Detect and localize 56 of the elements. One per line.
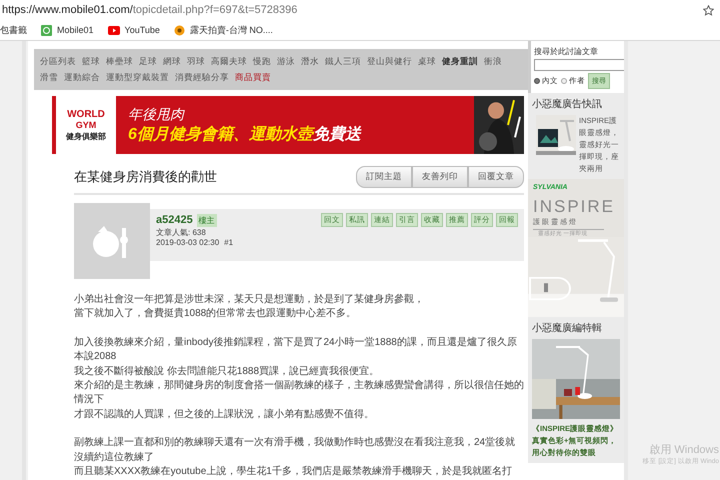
post-text: 來介紹的是主教練，那間健身房的制度會搭一個副教練的樣子，主教練感覺蠻會講得，所以很信任她的情況下	[74, 379, 524, 408]
ad-headline: 年後甩肉	[128, 106, 186, 124]
nav-link[interactable]: 游泳	[277, 54, 295, 69]
post-time: 2019-03-03 02:30	[156, 238, 220, 247]
nav-link[interactable]: 足球	[139, 54, 157, 69]
nav-link[interactable]: 籃球	[82, 54, 100, 69]
search-heading: 搜尋於此討論文章	[534, 46, 599, 57]
post-text: 當下就加入了，會費挺貴1088的但常常去也跟運動中心差不多。	[74, 307, 358, 322]
nav-link[interactable]: 潛水	[301, 54, 319, 69]
post-number: #1	[224, 238, 234, 247]
ad-offer: 6個月健身會籍、運動水壺免費送	[128, 124, 362, 144]
nav-link[interactable]: 羽球	[187, 54, 205, 69]
topic-title: 在某健身房消費後的勸世	[74, 168, 217, 186]
bookmark[interactable]: 包書籤	[0, 24, 27, 36]
bookmark[interactable]: YouTube	[108, 25, 160, 35]
nav-link[interactable]: 高爾夫球	[211, 54, 247, 69]
nav-link[interactable]: 商品買賣	[235, 70, 271, 85]
ad-banner[interactable]: WORLD GYM 健身俱樂部 年後甩肉 6個月健身會籍、運動水壺免費送	[52, 96, 524, 154]
nav-link[interactable]: 運動型穿戴裝置	[106, 70, 169, 85]
product-name: INSPIRE	[532, 197, 616, 217]
flower-icon	[174, 24, 185, 36]
nav-link[interactable]: 棒壘球	[106, 54, 133, 69]
play-icon	[108, 26, 120, 34]
nav-link[interactable]: 消費經驗分享	[175, 70, 229, 85]
author-name[interactable]: a52425	[156, 214, 193, 226]
post-text: 加入後換教練來介紹，量inbody後推銷課程，當下是買了24小時一堂1888的課，而且還是爐了很久原本說2088	[74, 336, 518, 364]
url-text: https://www.mobile01.com/topicdetail.php?f=697&t=5728396	[2, 4, 298, 16]
nav-link[interactable]: 衝浪	[484, 54, 502, 69]
section-heading: 小惡魔廣編特輯	[532, 322, 603, 335]
logo-icon	[41, 24, 52, 36]
topic-button[interactable]: 友善列印	[412, 166, 468, 188]
post-text: 我之後不斷得被酸說 你去問誰能只花1888買課，說已經賣我很便宜。	[74, 364, 380, 379]
post-text: 才跟不認識的人買課，但之後的上課狀況，讓小弟有點感覺不值得。	[74, 408, 375, 422]
nav-link[interactable]: 鐵人三項	[325, 54, 361, 69]
section-heading: 小惡魔廣告快訊	[532, 98, 603, 111]
star-icon[interactable]	[703, 4, 714, 16]
address-bar[interactable]: https://www.mobile01.com/topicdetail.php?f=697&t=5728396	[0, 0, 720, 20]
nav-link[interactable]: 分區列表	[40, 54, 76, 69]
post-text: 小弟出社會沒一年把算是涉世未深，某天只是想運動，於是到了某健身房參觀，	[74, 293, 425, 307]
topic-button[interactable]: 訂閱主題	[356, 166, 412, 188]
post-popularity: 文章人氣: 638	[156, 227, 207, 238]
post-text: 副教練上課一直都和別的教練聊天還有一次有滑手機，我做動作時也感覺沒在看我注意我，24堂後就沒續約這位教練了	[74, 436, 516, 465]
bookmark[interactable]: Mobile01	[41, 24, 94, 36]
bookmark[interactable]: 露天拍賣-台灣 NO....	[174, 24, 273, 36]
nav-link[interactable]: 健身重訓	[442, 54, 478, 69]
search-field[interactable]	[534, 59, 626, 71]
nav-link[interactable]: 運動綜合	[64, 70, 100, 85]
topic-button[interactable]: 回覆文章	[468, 166, 524, 188]
nav-link[interactable]: 網球	[163, 54, 181, 69]
gym-logo: WORLD GYM 健身俱樂部	[56, 96, 116, 154]
nav-link[interactable]: 慢跑	[253, 54, 271, 69]
nav-link[interactable]: 登山與健行	[367, 54, 412, 69]
nav-link[interactable]: 滑雪	[40, 70, 58, 85]
op-badge: 樓主	[196, 214, 217, 226]
post-text: 而且聽某XXXX教練在youtube上說，學生花1千多，我們店是嚴禁教練滑手機聊天，於是我就匿名打	[74, 465, 513, 480]
nav-link[interactable]: 桌球	[418, 54, 436, 69]
